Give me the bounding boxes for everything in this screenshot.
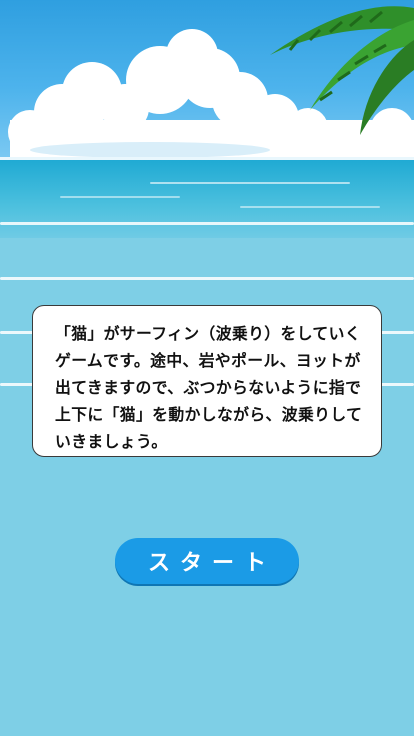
- wave-line: [150, 182, 350, 184]
- instructions-dialog: 「猫」がサーフィン（波乗り）をしていくゲームです。途中、岩やポール、ヨットが出て…: [32, 305, 382, 457]
- wave-line: [60, 196, 180, 198]
- instructions-text: 「猫」がサーフィン（波乗り）をしていくゲームです。途中、岩やポール、ヨットが出て…: [55, 324, 363, 451]
- wave-line: [240, 206, 380, 208]
- game-scene: 「猫」がサーフィン（波乗り）をしていくゲームです。途中、岩やポール、ヨットが出て…: [0, 0, 414, 736]
- start-button[interactable]: スタート: [115, 538, 299, 584]
- sea-surface: [0, 158, 414, 238]
- wave-line: [0, 277, 414, 280]
- horizon-line: [0, 157, 414, 160]
- wave-line: [0, 222, 414, 225]
- palm-leaves-icon: [270, 6, 414, 135]
